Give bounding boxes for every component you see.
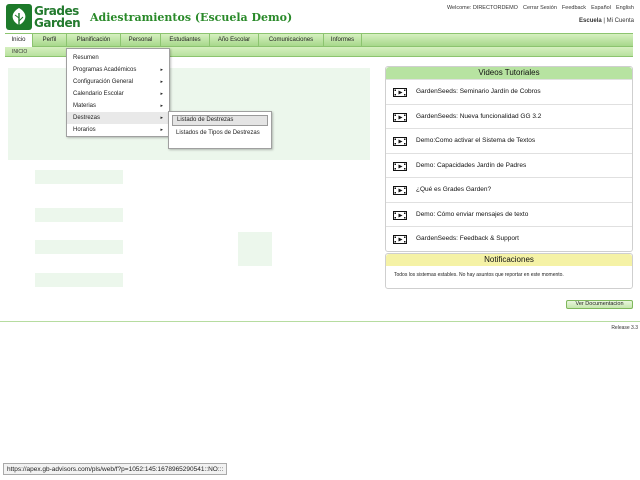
video-item[interactable]: GardenSeeds: Nueva funcionalidad GG 3.2: [386, 103, 632, 129]
tab-informes[interactable]: Informes: [324, 34, 362, 47]
chevron-right-icon: ▸: [160, 127, 163, 133]
video-play-icon: [393, 161, 407, 171]
video-item[interactable]: ¿Qué es Grades Garden?: [386, 177, 632, 202]
menu-item-label: Horarios: [73, 127, 96, 133]
divider: [0, 321, 640, 322]
chevron-right-icon: ▸: [160, 103, 163, 109]
menu-item-materias[interactable]: Materias ▸: [67, 100, 169, 112]
tab-personal[interactable]: Personal: [121, 34, 161, 47]
tab-perfil[interactable]: Perfil: [33, 34, 67, 47]
video-item[interactable]: GardenSeeds: Feedback & Support: [386, 226, 632, 251]
tab-estudiantes[interactable]: Estudiantes: [161, 34, 210, 47]
school-links: Escuela | Mi Cuenta: [579, 18, 634, 24]
menu-item-label: Resumen: [73, 55, 99, 61]
release-version: Release 3.3: [611, 325, 638, 331]
chevron-right-icon: ▸: [160, 91, 163, 97]
video-label: Demo: Capacidades Jardín de Padres: [416, 161, 527, 169]
faded-block: [35, 170, 123, 184]
faded-block: [238, 232, 272, 266]
videos-panel-title: Videos Tutoriales: [386, 67, 632, 79]
logo-line-2: Garden: [34, 16, 81, 30]
view-documentation-button[interactable]: Ver Documentacion: [566, 300, 633, 309]
school-link[interactable]: Escuela: [579, 18, 602, 24]
welcome-text: Welcome: DIRECTORDEMO: [446, 5, 518, 11]
tab-comunicaciones[interactable]: Comunicaciones: [259, 34, 324, 47]
notifications-panel: Notificaciones Todos los sistemas establ…: [385, 253, 633, 289]
menu-item-resumen[interactable]: Resumen: [67, 52, 169, 64]
planificacion-menu: Resumen Programas Académicos ▸ Configura…: [66, 48, 170, 137]
logo-text: Grades Garden: [34, 5, 81, 30]
language-spanish-link[interactable]: Español: [591, 5, 611, 11]
video-label: ¿Qué es Grades Garden?: [416, 186, 492, 193]
my-account-link[interactable]: Mi Cuenta: [607, 18, 634, 24]
video-label: GardenSeeds: Seminario Jardín de Cobros: [416, 88, 541, 95]
chevron-right-icon: ▸: [160, 115, 163, 121]
notifications-panel-title: Notificaciones: [386, 254, 632, 266]
grades-garden-logo[interactable]: Grades Garden: [6, 4, 84, 30]
feedback-link[interactable]: Feedback: [562, 5, 586, 11]
menu-item-destrezas[interactable]: Destrezas ▸: [67, 112, 169, 124]
video-play-icon: [393, 112, 407, 122]
faded-block: [35, 273, 123, 287]
tab-inicio[interactable]: Inicio: [5, 34, 33, 47]
video-play-icon: [393, 210, 407, 220]
menu-item-label: Destrezas: [73, 115, 101, 121]
menu-item-label: Calendario Escolar: [73, 91, 124, 97]
submenu-item-listado-de-destrezas[interactable]: Listado de Destrezas: [172, 115, 268, 126]
menu-item-configuracion-general[interactable]: Configuración General ▸: [67, 76, 169, 88]
submenu-item-listados-tipos-destrezas[interactable]: Listados de Tipos de Destrezas: [172, 129, 268, 137]
faded-block: [35, 208, 123, 222]
video-label: GardenSeeds: Nueva funcionalidad GG 3.2: [416, 112, 542, 120]
videos-panel: Videos Tutoriales GardenSeeds: Seminario…: [385, 66, 633, 252]
menu-item-calendario-escolar[interactable]: Calendario Escolar ▸: [67, 88, 169, 100]
breadcrumb: INICIO: [12, 49, 28, 55]
logout-link[interactable]: Cerrar Sesión: [523, 5, 557, 11]
menu-item-label: Materias: [73, 103, 97, 109]
video-play-icon: [393, 88, 407, 97]
leaf-logo-icon: [6, 4, 32, 30]
main-nav: Inicio Perfil Planificación Personal Est…: [5, 33, 633, 47]
tab-ano-escolar[interactable]: Año Escolar: [210, 34, 259, 47]
video-play-icon: [393, 235, 407, 244]
header: Grades Garden Adiestramientos (Escuela D…: [0, 0, 640, 32]
menu-item-label: Programas Académicos: [73, 67, 137, 73]
notification-message: Todos los sistemas estables. No hay asun…: [394, 272, 564, 278]
video-play-icon: [393, 186, 407, 195]
faded-block: [35, 240, 123, 254]
menu-item-label: Configuración General: [73, 79, 134, 85]
chevron-right-icon: ▸: [160, 79, 163, 85]
video-item[interactable]: Demo: Cómo enviar mensajes de texto: [386, 201, 632, 227]
video-item[interactable]: GardenSeeds: Seminario Jardín de Cobros: [386, 79, 632, 104]
status-bar-url: https://apex.gb-advisors.com/pls/web/f?p…: [3, 463, 228, 475]
page-title: Adiestramientos (Escuela Demo): [90, 11, 293, 24]
menu-item-horarios[interactable]: Horarios ▸: [67, 124, 169, 136]
video-item[interactable]: Demo:Como activar el Sistema de Textos: [386, 128, 632, 153]
tab-planificacion[interactable]: Planificación: [67, 34, 121, 47]
chevron-right-icon: ▸: [160, 67, 163, 73]
destrezas-submenu: Listado de Destrezas Listados de Tipos d…: [168, 111, 272, 149]
language-english-link[interactable]: English: [616, 5, 634, 11]
video-label: Demo: Cómo enviar mensajes de texto: [416, 210, 529, 218]
video-label: Demo:Como activar el Sistema de Textos: [416, 137, 536, 144]
menu-item-programas-academicos[interactable]: Programas Académicos ▸: [67, 64, 169, 76]
top-links: Welcome: DIRECTORDEMO Cerrar Sesión Feed…: [447, 5, 634, 11]
video-play-icon: [393, 137, 407, 146]
video-item[interactable]: Demo: Capacidades Jardín de Padres: [386, 152, 632, 178]
video-label: GardenSeeds: Feedback & Support: [416, 235, 519, 242]
